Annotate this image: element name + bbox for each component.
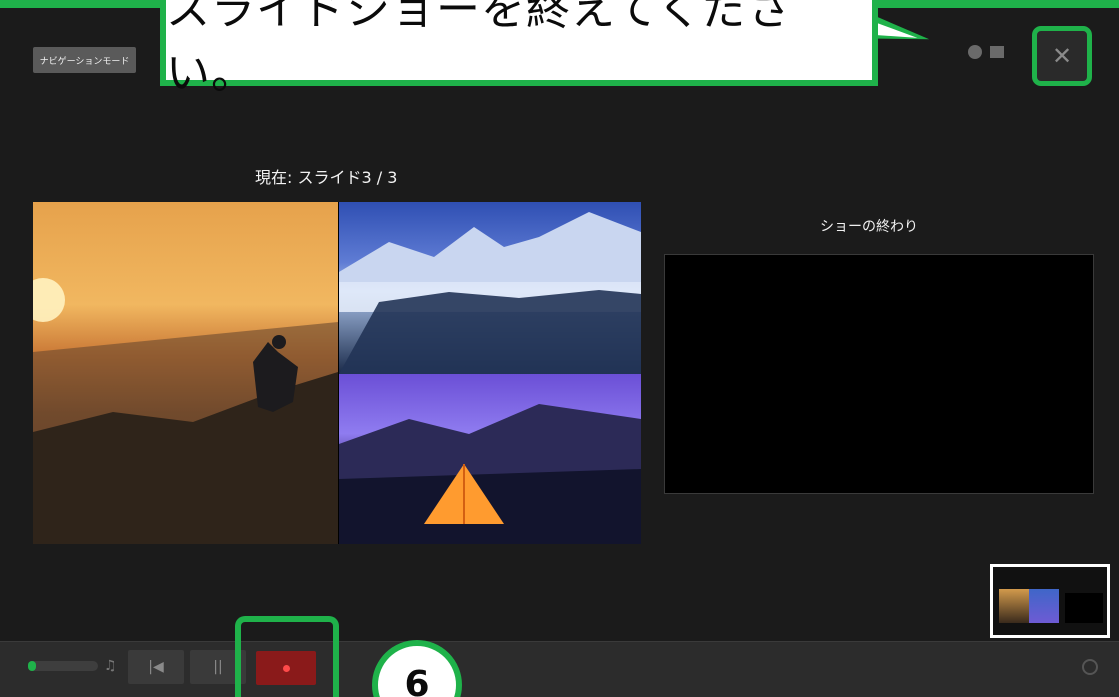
lake-photo-shapes: [339, 212, 641, 374]
previous-icon: |◀: [148, 659, 164, 675]
top-right-tools: [968, 45, 1004, 59]
thumbnail-photo-left: [999, 589, 1029, 623]
sunset-photo-shapes: [33, 278, 338, 544]
record-icon: [282, 664, 290, 672]
instruction-callout-text: スライドショーを終えてください。: [166, 0, 793, 99]
navigation-mode-chip[interactable]: ナビゲーションモード: [33, 47, 136, 73]
volume-level: [28, 661, 36, 671]
instruction-callout: スライドショーを終えてください。: [160, 0, 878, 99]
close-icon: ✕: [1051, 42, 1073, 70]
previous-button[interactable]: |◀: [128, 650, 184, 684]
sunset-mountain-photo: [33, 202, 338, 544]
tent-photo-shapes: [339, 404, 641, 544]
thumbnail-end-panel: [1065, 593, 1103, 623]
record-button[interactable]: [256, 651, 316, 685]
end-of-show-panel: [664, 254, 1094, 494]
current-slide-label: 現在: スライド3 / 3: [255, 168, 398, 187]
slide-thumbnail[interactable]: [990, 564, 1110, 638]
volume-slider[interactable]: [28, 661, 98, 671]
microphone-icon[interactable]: ♫: [104, 658, 117, 674]
thumbnail-photo-middle: [1029, 589, 1059, 623]
tent-night-photo: [339, 374, 641, 544]
current-slide: [33, 202, 641, 544]
mountain-lake-photo: [339, 202, 641, 374]
next-slide-title: ショーの終わり: [820, 219, 918, 235]
screen-icon[interactable]: [990, 46, 1004, 58]
settings-icon[interactable]: [968, 45, 982, 59]
close-slideshow-button[interactable]: ✕: [1032, 26, 1092, 86]
help-icon[interactable]: [1082, 659, 1098, 675]
step-number: 6: [404, 664, 430, 697]
pause-icon: ||: [213, 659, 223, 675]
navigation-mode-label: ナビゲーションモード: [39, 56, 130, 67]
